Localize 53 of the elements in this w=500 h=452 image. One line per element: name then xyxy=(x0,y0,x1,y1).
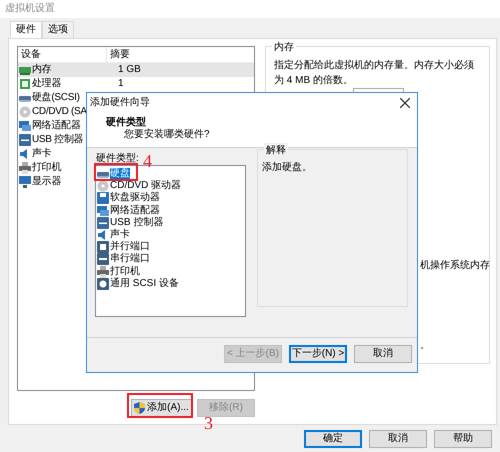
dialog-heading: 硬件类型 xyxy=(106,116,146,128)
explanation-text: 添加硬盘。 xyxy=(262,160,313,175)
list-item[interactable]: 通用 SCSI 设备 xyxy=(110,278,179,290)
device-name[interactable]: 内存 xyxy=(32,63,52,77)
list-item[interactable]: 硬盘 xyxy=(110,168,130,180)
text-fragment: 机操作系统内存 xyxy=(420,260,490,272)
annotation-number: 3 xyxy=(204,416,213,430)
printer-icon xyxy=(97,266,109,278)
list-item[interactable]: 软盘驱动器 xyxy=(110,192,160,204)
device-name[interactable]: 处理器 xyxy=(32,77,62,91)
shield-icon xyxy=(134,402,146,414)
monitor-icon xyxy=(19,176,31,188)
column-header: 摘要 xyxy=(106,47,130,62)
list-item[interactable]: USB 控制器 xyxy=(110,216,164,229)
device-summary: 1 GB xyxy=(117,63,141,77)
device-summary: 1 xyxy=(117,77,124,91)
dialog-title: 添加硬件向导 xyxy=(90,96,150,110)
text-fragment: 。 xyxy=(420,340,430,352)
device-name[interactable]: USB 控制器 xyxy=(32,133,84,147)
list-item[interactable]: CD/DVD 驱动器 xyxy=(110,180,182,192)
network-icon xyxy=(19,120,31,132)
close-icon[interactable] xyxy=(400,98,410,108)
cancel-button[interactable]: 取消 xyxy=(369,430,427,448)
cancel-button[interactable]: 取消 xyxy=(354,345,412,363)
list-item[interactable]: 并行端口 xyxy=(110,241,150,254)
device-name[interactable]: 网络适配器 xyxy=(32,119,81,133)
dialog-subheading: 您要安装哪类硬件? xyxy=(124,128,210,142)
list-item[interactable]: 网络适配器 xyxy=(110,204,160,217)
add-button[interactable]: 添加(A)... xyxy=(131,399,192,417)
window-title: 虚拟机设置 xyxy=(0,0,500,18)
list-label: 硬件类型: xyxy=(96,153,139,165)
device-name[interactable]: CD/DVD (SA xyxy=(32,105,87,119)
memory-icon xyxy=(19,64,31,76)
device-name[interactable]: 硬盘(SCSI) xyxy=(32,91,80,105)
tab[interactable]: 硬件 xyxy=(10,21,42,39)
device-name[interactable]: 打印机 xyxy=(32,161,62,175)
next-button[interactable]: 下一步(N) > xyxy=(289,345,347,363)
list-item[interactable]: 打印机 xyxy=(110,266,140,278)
annotation-number: 4 xyxy=(143,154,152,168)
device-name[interactable]: 显示器 xyxy=(32,175,62,189)
column-header: 设备 xyxy=(20,48,42,62)
description-text: 指定分配给此虚拟机的内存量。内存大小必须为 4 MB 的倍数。 xyxy=(274,58,475,88)
device-name[interactable]: 声卡 xyxy=(32,147,52,161)
help-button[interactable]: 帮助 xyxy=(434,430,492,448)
highlight-box xyxy=(94,163,138,181)
chip-icon xyxy=(19,78,31,90)
highlight-box xyxy=(127,393,193,418)
printer-icon xyxy=(19,162,31,174)
list-item[interactable]: 声卡 xyxy=(110,229,130,242)
tab[interactable]: 选项 xyxy=(42,21,74,38)
network-icon xyxy=(97,204,109,217)
ok-button[interactable]: 确定 xyxy=(304,430,362,448)
list-item[interactable]: 串行端口 xyxy=(110,253,150,266)
